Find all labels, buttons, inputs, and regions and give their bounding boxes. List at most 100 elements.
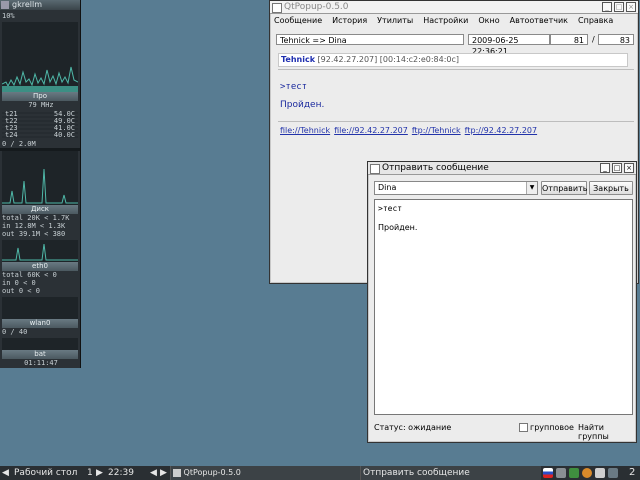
close-dialog-button[interactable]: Закрыть <box>589 181 633 195</box>
task-label: QtPopup-0.5.0 <box>183 468 241 477</box>
gkrellm-panel: gkrellm 10% Про 79 MHz t21 54.0C t22 49.0C… <box>0 0 81 368</box>
cpu-label: Про <box>2 92 78 101</box>
counter-total[interactable]: 83 <box>598 34 634 45</box>
menubar: Сообщение История Утилиты Настройки Окно… <box>270 14 638 28</box>
main-window-titlebar[interactable]: QtPopup-0.5.0 _ □ × <box>270 1 638 14</box>
recipient-value: Dina <box>378 183 397 192</box>
send-dialog-titlebar[interactable]: Отправить сообщение _ □ × <box>368 162 636 175</box>
task-qtpopup-main[interactable]: QtPopup-0.5.0 <box>170 466 361 480</box>
group-checkbox[interactable] <box>519 423 528 432</box>
datetime-field[interactable]: 2009-06-25 22:36:21 <box>468 34 550 56</box>
task-list-arrow-icon[interactable]: ◀ <box>150 466 157 480</box>
eth-stat: out 0 < 0 <box>2 287 40 295</box>
link-ftp-ip[interactable]: ftp://92.42.27.207 <box>465 126 537 135</box>
send-dialog-title: Отправить сообщение <box>382 163 489 173</box>
menu-help[interactable]: Справка <box>578 14 613 28</box>
group-checkbox-label[interactable]: групповое <box>530 423 574 432</box>
message-textarea[interactable]: >тест Пройден. <box>374 199 633 415</box>
menu-autoresponder[interactable]: Автоответчик <box>510 14 568 28</box>
tray-number: 2 <box>629 467 636 478</box>
close-button[interactable]: × <box>624 163 634 173</box>
temperature-list: t21 54.0C t22 49.0C t23 41.0C t24 40.0C <box>2 110 78 140</box>
find-groups-button[interactable]: Найти группы <box>578 423 636 441</box>
memory-line: 0 / 2.0M <box>2 140 36 148</box>
send-message-dialog: Отправить сообщение _ □ × Dina ▼ Отправи… <box>367 161 637 443</box>
volume-icon[interactable] <box>556 468 566 478</box>
maximize-button[interactable]: □ <box>612 163 622 173</box>
menu-message[interactable]: Сообщение <box>274 14 322 28</box>
eth-graph <box>2 240 78 262</box>
gkrellm-title[interactable]: gkrellm <box>0 0 80 10</box>
disk-stat: total 20K < 1.7K <box>2 214 70 222</box>
minimize-button[interactable]: _ <box>600 163 610 173</box>
taskbar: ◀ Рабочий стол 1 ▶ 22:39 ◀ ▶ QtPopup-0.5… <box>0 466 640 480</box>
menu-settings[interactable]: Настройки <box>423 14 468 28</box>
task-list-arrow-icon[interactable]: ▶ <box>160 466 167 480</box>
disk-label: Диск <box>2 205 78 214</box>
counter-current[interactable]: 81 <box>550 34 588 45</box>
link-row: file://Tehnick file://92.42.27.207 ftp://T… <box>280 126 541 135</box>
window-icon <box>173 468 181 477</box>
prev-desktop-arrow-icon[interactable]: ◀ <box>2 466 9 480</box>
disk-stat: out 39.1M < 380 <box>2 230 66 238</box>
minimize-button[interactable]: _ <box>602 2 612 12</box>
disk-stat: in 12.8M < 1.3K <box>2 222 66 230</box>
desktop-label[interactable]: Рабочий стол <box>14 466 77 480</box>
main-window-title: QtPopup-0.5.0 <box>284 2 349 12</box>
sender-info: [92.42.27.207] [00:14:c2:e0:84:0c] <box>315 55 460 64</box>
bat-value: 01:11:47 <box>24 359 58 367</box>
divider <box>278 121 634 122</box>
link-file-ip[interactable]: file://92.42.27.207 <box>334 126 408 135</box>
app-icon <box>370 164 380 174</box>
text-line: >тест <box>378 204 403 213</box>
cpu-frequency: 79 MHz <box>28 101 54 109</box>
divider <box>278 69 634 70</box>
next-desktop-arrow-icon[interactable]: ▶ <box>96 466 103 480</box>
language-flag-icon[interactable] <box>543 468 553 478</box>
sender-nick: Tehnick <box>281 55 316 64</box>
gkrellm-title-text: gkrellm <box>12 0 42 9</box>
message-line: Пройден. <box>280 100 325 110</box>
eth-stat: total 60K < 0 <box>2 271 57 279</box>
counter-separator: / <box>592 35 595 44</box>
task-label: Отправить сообщение <box>363 468 470 478</box>
menu-window[interactable]: Окно <box>478 14 499 28</box>
wlan-stat: 0 / 40 <box>2 328 28 336</box>
bat-label: bat <box>2 350 78 359</box>
cpu-percent: 10% <box>2 12 15 20</box>
disk-graph <box>2 151 78 205</box>
cpu-graph <box>2 22 78 92</box>
eth-stat: in 0 < 0 <box>2 279 36 287</box>
clock: 22:39 <box>108 468 134 478</box>
link-ftp-nick[interactable]: ftp://Tehnick <box>412 126 461 135</box>
app-tray-icon[interactable] <box>595 468 605 478</box>
wlan-label: wlan0 <box>2 319 78 328</box>
gkrellm-icon <box>1 1 9 9</box>
task-send-dialog[interactable]: Отправить сообщение <box>360 466 541 480</box>
status-text: Статус: ожидание <box>374 423 452 432</box>
maximize-button[interactable]: □ <box>614 2 624 12</box>
send-button[interactable]: Отправить <box>541 181 587 195</box>
message-body: >тест Пройден. <box>280 82 324 110</box>
temp-name: t24 <box>5 131 18 139</box>
recipient-combo[interactable]: Dina ▼ <box>374 181 538 195</box>
power-icon[interactable] <box>608 468 618 478</box>
menu-history[interactable]: История <box>332 14 367 28</box>
update-icon[interactable] <box>582 468 592 478</box>
temp-row: t24 40.0C <box>2 132 78 139</box>
temp-value: 40.0C <box>53 131 75 139</box>
route-field[interactable]: Tehnick => Dina <box>276 34 464 45</box>
wlan-graph <box>2 297 78 319</box>
eth-label: eth0 <box>2 262 78 271</box>
chevron-down-icon[interactable]: ▼ <box>526 182 537 194</box>
sender-header: Tehnick [92.42.27.207] [00:14:c2:e0:84:0… <box>278 53 628 67</box>
link-file-nick[interactable]: file://Tehnick <box>280 126 330 135</box>
app-icon <box>272 3 282 13</box>
close-button[interactable]: × <box>626 2 636 12</box>
network-icon[interactable] <box>569 468 579 478</box>
desktop-number[interactable]: 1 <box>87 466 93 480</box>
text-line: Пройден. <box>378 223 418 232</box>
bat-graph <box>2 338 78 350</box>
menu-utilities[interactable]: Утилиты <box>377 14 413 28</box>
message-line: >тест <box>280 82 308 92</box>
